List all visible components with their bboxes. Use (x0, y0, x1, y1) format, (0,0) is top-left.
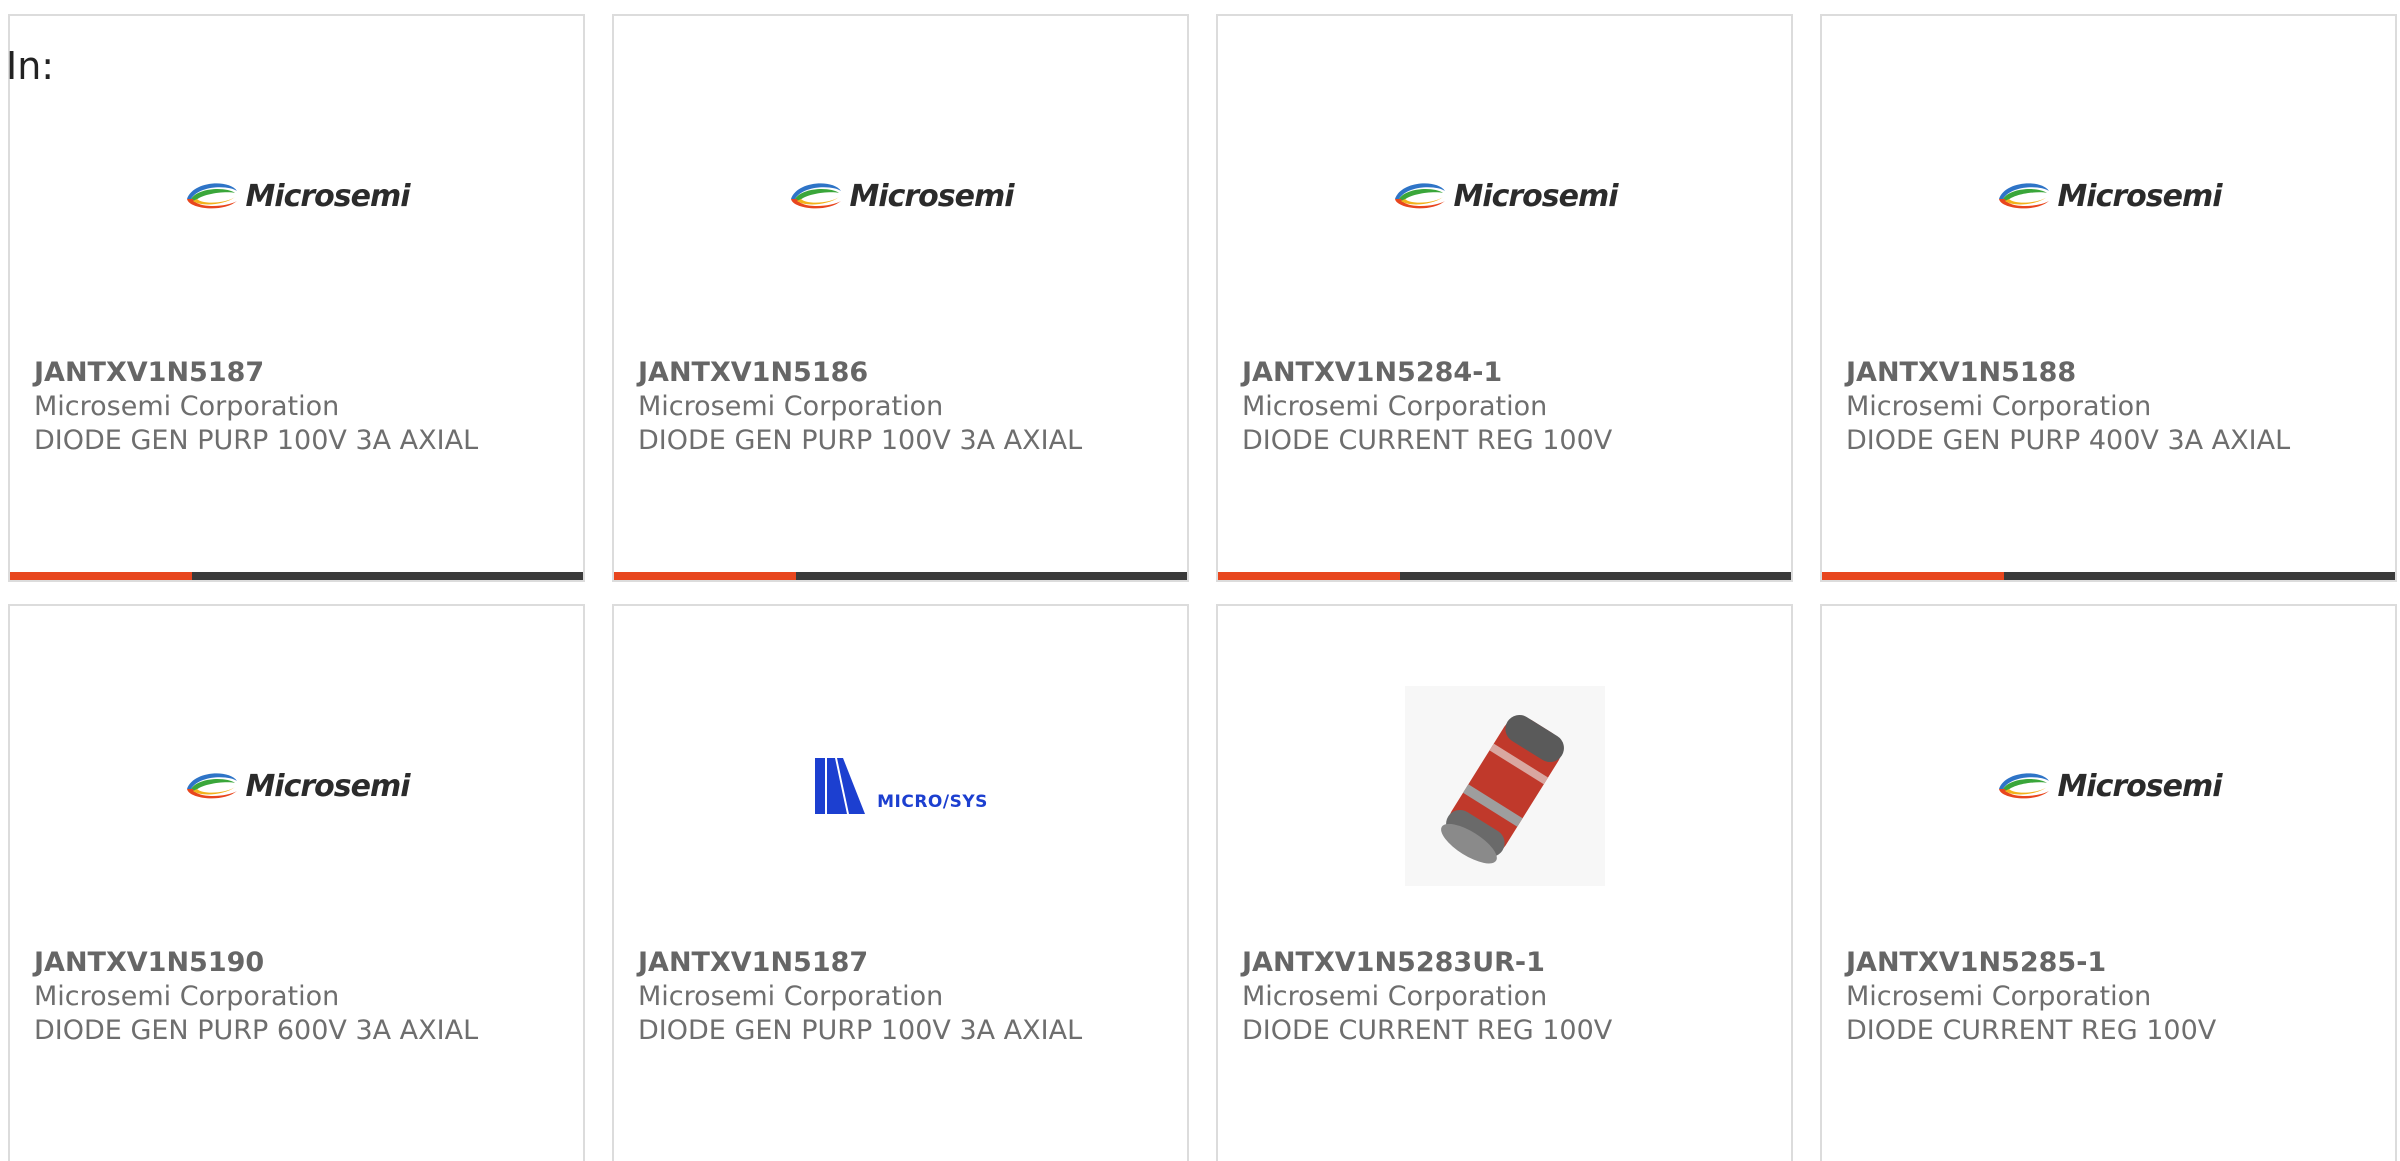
part-number[interactable]: JANTXV1N5283UR-1 (1242, 946, 1781, 980)
product-image[interactable] (1218, 666, 1791, 906)
card-bottom-bar (1822, 572, 2395, 580)
manufacturer: Microsemi Corporation (638, 981, 944, 1012)
product-info: JANTXV1N5187 Microsemi Corporation DIODE… (34, 356, 573, 458)
logo-text: Microsemi (1453, 178, 1618, 214)
card-bottom-bar (10, 572, 583, 580)
microsemi-logo: Microsemi (183, 178, 411, 214)
description: DIODE GEN PURP 400V 3A AXIAL (1846, 425, 2291, 456)
description: DIODE CURRENT REG 100V (1242, 1015, 1613, 1046)
microsemi-logo: Microsemi (183, 768, 411, 804)
logo-text: Microsemi (245, 768, 410, 804)
product-image[interactable]: Microsemi (10, 76, 583, 316)
microsemi-logo: Microsemi (1391, 178, 1619, 214)
description: DIODE GEN PURP 100V 3A AXIAL (34, 425, 479, 456)
product-info: JANTXV1N5188 Microsemi Corporation DIODE… (1846, 356, 2385, 458)
description: DIODE CURRENT REG 100V (1846, 1015, 2217, 1046)
product-card[interactable]: Microsemi JANTXV1N5284-1 Microsemi Corpo… (1216, 14, 1793, 582)
microsemi-swirl-icon (1999, 183, 2050, 209)
logo-text: Microsemi (849, 178, 1014, 214)
manufacturer: Microsemi Corporation (638, 391, 944, 422)
card-accent-bar (614, 572, 796, 580)
description: DIODE GEN PURP 100V 3A AXIAL (638, 425, 1083, 456)
manufacturer: Microsemi Corporation (1242, 391, 1548, 422)
product-card[interactable]: Microsemi JANTXV1N5186 Microsemi Corpora… (612, 14, 1189, 582)
microsemi-swirl-icon (187, 183, 238, 209)
microsys-stripes-icon (815, 758, 866, 814)
logo-text: Microsemi (2057, 178, 2222, 214)
part-number[interactable]: JANTXV1N5187 (638, 946, 1177, 980)
microsemi-swirl-icon (791, 183, 842, 209)
manufacturer: Microsemi Corporation (34, 981, 340, 1012)
product-card[interactable]: Microsemi JANTXV1N5190 Microsemi Corpora… (8, 604, 585, 1161)
description: DIODE GEN PURP 100V 3A AXIAL (638, 1015, 1083, 1046)
microsemi-logo: Microsemi (787, 178, 1015, 214)
diode-photo (1404, 686, 1605, 886)
logo-text: MICRO/SYS (877, 792, 988, 812)
product-image[interactable]: Microsemi (1822, 666, 2395, 906)
product-info: JANTXV1N5285-1 Microsemi Corporation DIO… (1846, 946, 2385, 1048)
product-card[interactable]: Microsemi JANTXV1N5187 Microsemi Corpora… (8, 14, 585, 582)
product-image[interactable]: MICRO/SYS (614, 666, 1187, 906)
product-grid-page: In: Microsemi JANTXV1N5187 Microsemi Cor… (0, 0, 2400, 1161)
part-number[interactable]: JANTXV1N5190 (34, 946, 573, 980)
part-number[interactable]: JANTXV1N5187 (34, 356, 573, 390)
logo-text: Microsemi (245, 178, 410, 214)
card-accent-bar (10, 572, 192, 580)
product-info: JANTXV1N5283UR-1 Microsemi Corporation D… (1242, 946, 1781, 1048)
product-image[interactable]: Microsemi (10, 666, 583, 906)
product-image[interactable]: Microsemi (1218, 76, 1791, 316)
product-image[interactable]: Microsemi (614, 76, 1187, 316)
manufacturer: Microsemi Corporation (1242, 981, 1548, 1012)
microsemi-logo: Microsemi (1995, 178, 2223, 214)
card-bottom-bar (1218, 572, 1791, 580)
product-card[interactable]: MICRO/SYS JANTXV1N5187 Microsemi Corpora… (612, 604, 1189, 1161)
microsemi-swirl-icon (1395, 183, 1446, 209)
manufacturer: Microsemi Corporation (1846, 391, 2152, 422)
product-info: JANTXV1N5284-1 Microsemi Corporation DIO… (1242, 356, 1781, 458)
product-card[interactable]: JANTXV1N5283UR-1 Microsemi Corporation D… (1216, 604, 1793, 1161)
logo-text: Microsemi (2057, 768, 2222, 804)
microsemi-swirl-icon (1999, 773, 2050, 799)
manufacturer: Microsemi Corporation (1846, 981, 2152, 1012)
product-info: JANTXV1N5190 Microsemi Corporation DIODE… (34, 946, 573, 1048)
part-number[interactable]: JANTXV1N5285-1 (1846, 946, 2385, 980)
part-number[interactable]: JANTXV1N5188 (1846, 356, 2385, 390)
card-bottom-bar (614, 572, 1187, 580)
part-number[interactable]: JANTXV1N5186 (638, 356, 1177, 390)
microsemi-logo: Microsemi (1995, 768, 2223, 804)
card-accent-bar (1822, 572, 2004, 580)
product-info: JANTXV1N5187 Microsemi Corporation DIODE… (638, 946, 1177, 1048)
filter-in-label: In: (6, 44, 55, 88)
microsys-logo: MICRO/SYS (813, 756, 988, 816)
description: DIODE CURRENT REG 100V (1242, 425, 1613, 456)
product-card[interactable]: Microsemi JANTXV1N5285-1 Microsemi Corpo… (1820, 604, 2397, 1161)
manufacturer: Microsemi Corporation (34, 391, 340, 422)
description: DIODE GEN PURP 600V 3A AXIAL (34, 1015, 479, 1046)
part-number[interactable]: JANTXV1N5284-1 (1242, 356, 1781, 390)
product-image[interactable]: Microsemi (1822, 76, 2395, 316)
microsemi-swirl-icon (187, 773, 238, 799)
card-accent-bar (1218, 572, 1400, 580)
product-info: JANTXV1N5186 Microsemi Corporation DIODE… (638, 356, 1177, 458)
product-card[interactable]: Microsemi JANTXV1N5188 Microsemi Corpora… (1820, 14, 2397, 582)
